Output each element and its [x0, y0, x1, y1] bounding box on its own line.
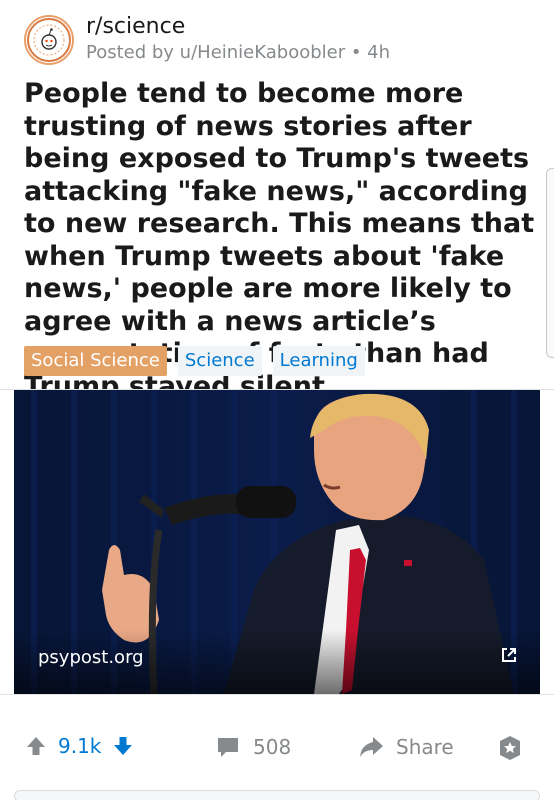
flair-science[interactable]: Science [177, 346, 262, 376]
award-icon[interactable] [496, 734, 524, 762]
next-post-edge [14, 790, 540, 800]
external-link-icon[interactable] [500, 646, 518, 664]
flair-learning[interactable]: Learning [272, 346, 365, 376]
subreddit-name[interactable]: r/science [86, 14, 185, 39]
share-button[interactable]: Share [358, 734, 454, 760]
post-meta: Posted by u/HeinieKaboobler • 4h [86, 42, 391, 63]
link-domain[interactable]: psypost.org [38, 647, 144, 668]
post-action-bar: 9.1k 508 Share [0, 726, 554, 772]
flair-social-science[interactable]: Social Science [24, 346, 167, 376]
subreddit-avatar-icon[interactable] [24, 15, 74, 65]
comment-icon [218, 738, 238, 757]
link-preview-frame: psypost.org [0, 389, 554, 695]
vote-controls: 9.1k [24, 734, 135, 758]
vote-score: 9.1k [58, 734, 102, 758]
comment-count: 508 [253, 735, 292, 759]
side-panel-edge [546, 168, 554, 358]
comments-button[interactable]: 508 [215, 734, 291, 760]
share-icon [360, 737, 383, 757]
share-label: Share [396, 735, 454, 759]
upvote-icon[interactable] [24, 734, 48, 758]
flair-list: Social Science Science Learning [24, 346, 365, 376]
downvote-icon[interactable] [111, 734, 135, 758]
post-header: r/science Posted by u/HeinieKaboobler • … [24, 12, 534, 65]
link-preview-image[interactable]: psypost.org [14, 390, 540, 694]
